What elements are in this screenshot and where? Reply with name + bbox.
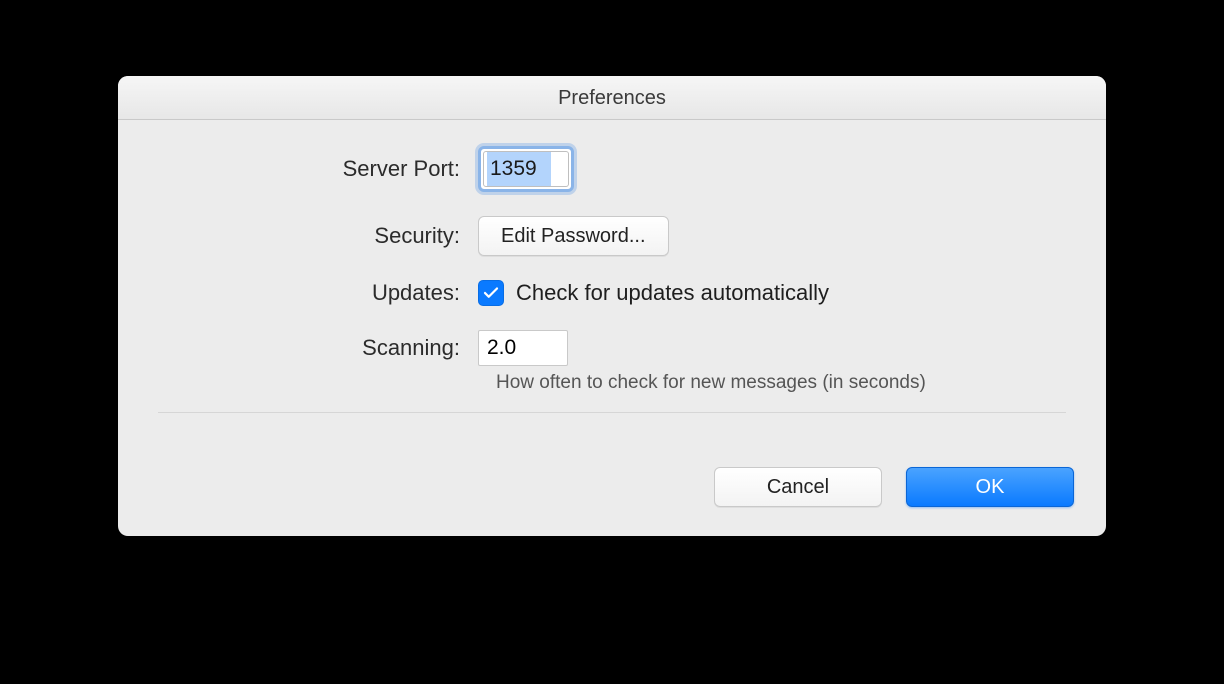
- label-security: Security:: [158, 223, 478, 249]
- ok-button[interactable]: OK: [906, 467, 1074, 507]
- row-scanning: Scanning:: [158, 330, 1066, 366]
- server-port-input[interactable]: [483, 151, 569, 187]
- check-icon: [482, 284, 500, 302]
- cancel-button[interactable]: Cancel: [714, 467, 882, 507]
- scanning-hint: How often to check for new messages (in …: [496, 372, 1066, 394]
- dialog-title: Preferences: [118, 76, 1106, 120]
- updates-checkbox[interactable]: [478, 280, 504, 306]
- row-security: Security: Edit Password...: [158, 216, 1066, 256]
- label-scanning: Scanning:: [158, 335, 478, 361]
- label-updates: Updates:: [158, 280, 478, 306]
- separator: [158, 412, 1066, 413]
- row-updates: Updates: Check for updates automatically: [158, 280, 1066, 306]
- scanning-interval-input[interactable]: [478, 330, 568, 366]
- row-server-port: Server Port:: [158, 146, 1066, 192]
- dialog-body: Server Port: Security: Edit Password... …: [118, 120, 1106, 423]
- dialog-footer: Cancel OK: [118, 450, 1106, 536]
- server-port-focus-ring: [478, 146, 574, 192]
- updates-checkbox-label: Check for updates automatically: [516, 280, 829, 306]
- edit-password-button[interactable]: Edit Password...: [478, 216, 669, 256]
- preferences-dialog: Preferences Server Port: Security: Edit …: [118, 76, 1106, 536]
- label-server-port: Server Port:: [158, 156, 478, 182]
